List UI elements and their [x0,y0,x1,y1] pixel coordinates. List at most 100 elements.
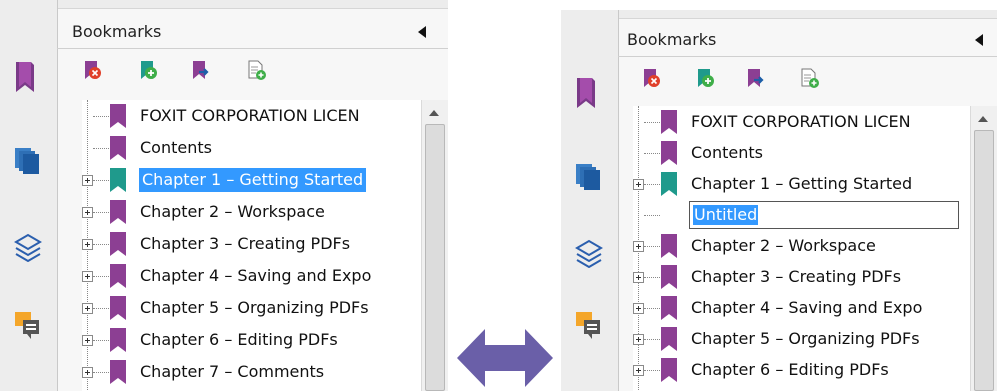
vertical-scrollbar[interactable] [421,100,448,391]
bookmark-label: Chapter 2 – Workspace [140,202,325,221]
bookmark-label: Contents [140,138,212,157]
tree-connector [93,244,109,245]
bookmark-label: Contents [691,143,763,162]
tree-connector [644,153,660,154]
scroll-thumb[interactable] [974,130,994,391]
bookmark-icon [110,296,126,320]
move-bookmark-icon[interactable] [190,60,212,82]
bookmark-icon [110,168,126,192]
tree-connector [93,340,109,341]
bookmark-row[interactable]: Chapter 1 – Getting Started [633,170,971,198]
tree-connector [93,308,109,309]
bookmark-row[interactable]: Contents [82,134,422,162]
bookmark-row[interactable]: Chapter 7 – Comments [82,358,422,386]
tree-connector [644,215,660,216]
bookmark-icon [661,265,677,289]
layers-icon[interactable] [574,238,604,272]
expand-toggle[interactable] [82,207,93,218]
panel-top-edge [561,10,997,19]
tree-connector [644,122,660,123]
comments-icon[interactable] [13,310,43,346]
scroll-thumb[interactable] [425,124,445,391]
expand-toggle[interactable] [82,175,93,186]
bookmark-icon [110,328,126,352]
pages-icon[interactable] [574,162,602,196]
header-divider [618,56,997,57]
new-bookmark-from-page-icon[interactable] [799,68,821,90]
new-bookmark-from-page-icon[interactable] [246,60,268,82]
bookmark-row[interactable]: Chapter 6 – Editing PDFs [633,356,971,384]
layers-icon[interactable] [13,232,43,266]
bookmark-label: Chapter 4 – Saving and Expo [691,298,923,317]
tree-connector [644,370,660,371]
bookmark-label: Chapter 5 – Organizing PDFs [691,329,920,348]
expand-toggle[interactable] [633,334,644,345]
bookmarks-icon[interactable] [13,60,39,98]
vertical-scrollbar[interactable] [970,106,997,391]
comments-icon[interactable] [574,310,604,346]
expand-toggle[interactable] [82,239,93,250]
add-bookmark-icon[interactable] [695,68,717,90]
bookmark-label: Chapter 2 – Workspace [691,236,876,255]
navigation-sidebar [561,10,619,391]
bookmark-row[interactable]: Chapter 2 – Workspace [633,232,971,260]
tree-connector [93,148,109,149]
collapse-panel-icon[interactable] [975,34,983,46]
bookmark-row[interactable]: Chapter 3 – Creating PDFs [82,230,422,258]
tree-connector [93,372,109,373]
bookmark-label: Chapter 3 – Creating PDFs [691,267,902,286]
bookmark-icon [661,327,677,351]
delete-bookmark-icon[interactable] [82,60,104,82]
bookmark-label: Chapter 3 – Creating PDFs [140,234,351,253]
panel-title: Bookmarks [72,22,162,41]
tree-connector [93,180,109,181]
bookmark-label: Chapter 7 – Comments [140,362,325,381]
tree-connector [644,277,660,278]
pages-icon[interactable] [13,146,41,180]
bookmark-icon [661,110,677,134]
move-bookmark-icon[interactable] [745,68,767,90]
expand-toggle[interactable] [633,241,644,252]
expand-toggle[interactable] [82,367,93,378]
expand-toggle[interactable] [82,271,93,282]
bookmark-label: FOXIT CORPORATION LICEN [140,106,360,125]
tree-connector [644,246,660,247]
add-bookmark-icon[interactable] [138,60,160,82]
bookmark-name-input[interactable]: Untitled [689,201,959,229]
bookmark-row[interactable]: Chapter 5 – Organizing PDFs [633,325,971,353]
expand-toggle[interactable] [82,303,93,314]
bookmark-row[interactable]: Chapter 5 – Organizing PDFs [82,294,422,322]
bookmark-label-selected: Chapter 1 – Getting Started [139,168,367,192]
expand-toggle[interactable] [633,272,644,283]
expand-toggle[interactable] [633,365,644,376]
bookmark-row-selected[interactable]: Chapter 1 – Getting Started [82,166,422,194]
bookmark-row[interactable]: Chapter 2 – Workspace [82,198,422,226]
bookmark-row[interactable]: Chapter 6 – Editing PDFs [82,326,422,354]
expand-toggle[interactable] [82,335,93,346]
bookmark-row[interactable]: Chapter 4 – Saving and Expo [633,294,971,322]
bookmarks-icon[interactable] [574,76,600,114]
bookmark-row-editing[interactable]: Untitled [633,201,971,229]
scroll-up-icon[interactable] [978,116,988,122]
scroll-up-icon[interactable] [429,110,439,116]
bookmarks-header: Bookmarks [561,26,997,56]
panel-top-edge [0,0,448,9]
bookmark-row[interactable]: Chapter 3 – Creating PDFs [633,263,971,291]
bookmark-icon [661,296,677,320]
bookmark-icon [661,172,677,196]
tree-connector [93,276,109,277]
bookmark-row[interactable]: Contents [633,139,971,167]
bookmark-row[interactable]: Chapter 4 – Saving and Expo [82,262,422,290]
bookmark-icon [661,141,677,165]
bookmark-label: Chapter 6 – Editing PDFs [691,360,889,379]
bookmark-row[interactable]: FOXIT CORPORATION LICEN [633,108,971,136]
expand-toggle[interactable] [633,179,644,190]
tree-connector [644,339,660,340]
collapse-panel-icon[interactable] [418,26,426,38]
delete-bookmark-icon[interactable] [641,68,663,90]
bookmark-icon [110,232,126,256]
expand-toggle[interactable] [633,303,644,314]
bookmark-label: Chapter 1 – Getting Started [691,174,913,193]
bookmark-row[interactable]: FOXIT CORPORATION LICEN [82,102,422,130]
tree-connector [644,308,660,309]
